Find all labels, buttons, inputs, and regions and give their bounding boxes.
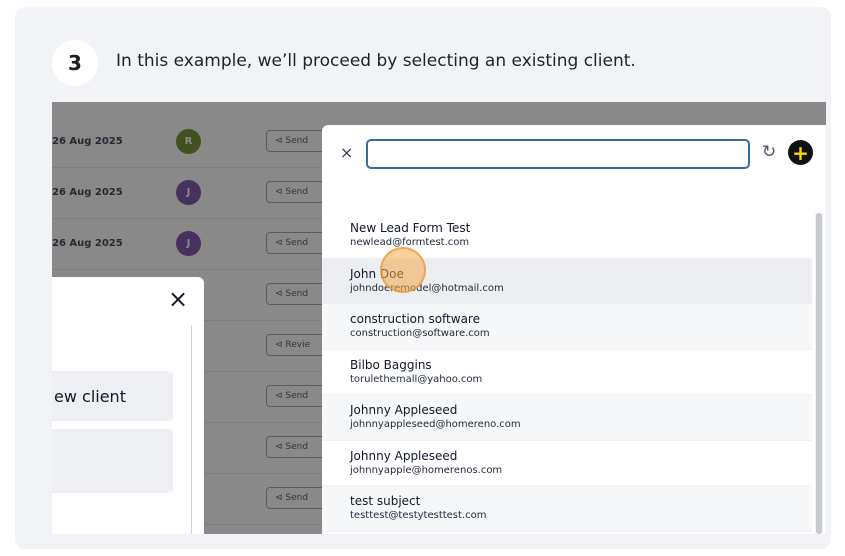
client-email: newlead@formtest.com xyxy=(350,237,470,248)
client-list-item[interactable]: construction software construction@softw… xyxy=(322,304,812,350)
client-list-item[interactable]: Johnny Appleseed johnnyapple@homerenos.c… xyxy=(322,440,812,486)
client-email: torulethemall@yahoo.com xyxy=(350,373,483,385)
client-name: New Lead Form Test xyxy=(350,221,471,235)
step-number-badge: 3 xyxy=(52,40,98,86)
scrollbar[interactable] xyxy=(815,213,823,534)
background-modal: × ew client xyxy=(52,277,204,534)
screenshot-area: 26 Aug 2025R⊲ Send26 Aug 2025J⊲ Send26 A… xyxy=(52,102,826,534)
client-list-item[interactable]: test subject testtest@testytesttest.com xyxy=(322,486,812,532)
add-client-icon[interactable]: + xyxy=(788,140,813,165)
client-name: Bilbo Baggins xyxy=(350,357,432,372)
client-name: Johnny Appleseed xyxy=(350,403,458,417)
close-icon[interactable]: × xyxy=(168,287,188,311)
client-name: test subject xyxy=(350,494,421,508)
client-email: construction@software.com xyxy=(350,328,490,339)
client-search-input[interactable] xyxy=(366,139,750,169)
scrollbar-thumb[interactable] xyxy=(816,213,822,534)
client-picker-panel: × ↻ + New Lead Form Test newlead@formtes… xyxy=(322,125,826,534)
close-icon[interactable]: × xyxy=(340,143,353,162)
client-list-item[interactable]: Johnny Appleseed johnnyappleseed@homeren… xyxy=(322,395,812,441)
click-indicator xyxy=(380,247,426,293)
client-email: testtest@testytesttest.com xyxy=(350,510,487,521)
refresh-icon[interactable]: ↻ xyxy=(762,142,776,162)
client-name: construction software xyxy=(350,312,480,326)
step-instruction: In this example, we’ll proceed by select… xyxy=(116,51,636,71)
step-card: 3 In this example, we’ll proceed by sele… xyxy=(15,7,831,549)
new-client-button[interactable]: ew client xyxy=(52,371,173,421)
divider xyxy=(191,325,192,534)
existing-client-button[interactable] xyxy=(52,429,173,493)
client-email: johnnyapple@homerenos.com xyxy=(350,464,503,476)
client-list-item[interactable]: Bilbo Baggins torulethemall@yahoo.com xyxy=(322,349,812,395)
client-email: johnnyappleseed@homereno.com xyxy=(350,419,521,430)
client-name: Johnny Appleseed xyxy=(350,448,458,463)
